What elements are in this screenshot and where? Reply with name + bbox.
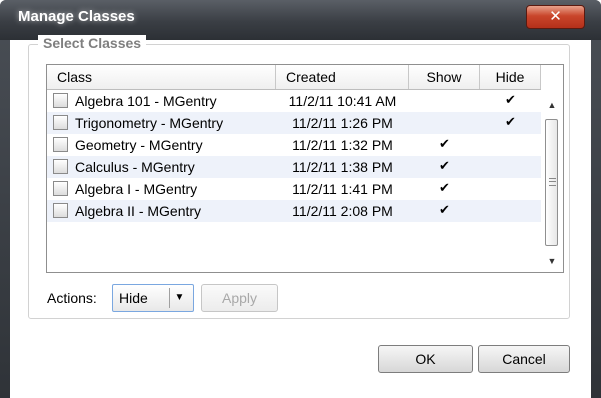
table-row[interactable]: Algebra 101 - MGentry 11/2/11 10:41 AM ✔ (47, 90, 541, 112)
checkmark-icon: ✔ (439, 158, 450, 173)
class-name: Calculus - MGentry (75, 159, 195, 175)
checkbox-icon[interactable] (53, 203, 68, 218)
table-row[interactable]: Calculus - MGentry 11/2/11 1:38 PM ✔ (47, 156, 541, 178)
checkmark-icon: ✔ (505, 92, 516, 107)
column-header-class[interactable]: Class (47, 65, 276, 89)
checkmark-icon: ✔ (439, 136, 450, 151)
ok-button[interactable]: OK (378, 345, 473, 373)
table-row[interactable]: Trigonometry - MGentry 11/2/11 1:26 PM ✔ (47, 112, 541, 134)
select-classes-legend: Select Classes (38, 35, 147, 51)
checkbox-icon[interactable] (53, 137, 68, 152)
column-header-show[interactable]: Show (409, 65, 480, 89)
column-header-created[interactable]: Created (276, 65, 409, 89)
scrollbar-thumb[interactable] (545, 119, 558, 246)
checkmark-icon: ✔ (439, 202, 450, 217)
actions-selected-value: Hide (119, 290, 148, 306)
actions-dropdown[interactable]: Hide ▼ (112, 284, 194, 312)
dialog-title: Manage Classes (18, 8, 135, 25)
checkbox-icon[interactable] (53, 159, 68, 174)
table-row[interactable]: Geometry - MGentry 11/2/11 1:32 PM ✔ (47, 134, 541, 156)
created-date: 11/2/11 10:41 AM (288, 93, 397, 109)
class-name: Trigonometry - MGentry (75, 115, 224, 131)
checkmark-icon: ✔ (505, 114, 516, 129)
apply-button[interactable]: Apply (201, 284, 278, 312)
actions-label: Actions: (47, 290, 97, 306)
table-header: Class Created Show Hide (47, 65, 563, 90)
checkmark-icon: ✔ (439, 180, 450, 195)
title-bar[interactable]: Manage Classes ✕ (0, 0, 601, 40)
created-date: 11/2/11 1:41 PM (292, 181, 393, 197)
chevron-down-icon[interactable]: ▼ (169, 288, 189, 308)
created-date: 11/2/11 2:08 PM (292, 203, 393, 219)
classes-table: Class Created Show Hide Algebra 101 - MG… (46, 64, 564, 273)
grip-icon (549, 178, 556, 186)
created-date: 11/2/11 1:32 PM (292, 137, 393, 153)
scroll-up-icon[interactable]: ▲ (541, 95, 563, 115)
table-body: Algebra 101 - MGentry 11/2/11 10:41 AM ✔… (47, 90, 541, 222)
created-date: 11/2/11 1:26 PM (292, 115, 393, 131)
checkbox-icon[interactable] (53, 93, 68, 108)
checkbox-icon[interactable] (53, 115, 68, 130)
scroll-down-icon[interactable]: ▼ (541, 251, 563, 271)
class-name: Geometry - MGentry (75, 137, 203, 153)
class-name: Algebra I - MGentry (75, 181, 198, 197)
vertical-scrollbar[interactable]: ▲ ▼ (541, 65, 563, 272)
close-icon: ✕ (549, 8, 562, 25)
checkbox-icon[interactable] (53, 181, 68, 196)
class-name: Algebra II - MGentry (75, 203, 202, 219)
table-row[interactable]: Algebra I - MGentry 11/2/11 1:41 PM ✔ (47, 178, 541, 200)
cancel-button[interactable]: Cancel (478, 345, 570, 373)
class-name: Algebra 101 - MGentry (75, 93, 217, 109)
close-button[interactable]: ✕ (526, 5, 585, 29)
column-header-hide[interactable]: Hide (480, 65, 541, 89)
created-date: 11/2/11 1:38 PM (292, 159, 393, 175)
table-row[interactable]: Algebra II - MGentry 11/2/11 2:08 PM ✔ (47, 200, 541, 222)
